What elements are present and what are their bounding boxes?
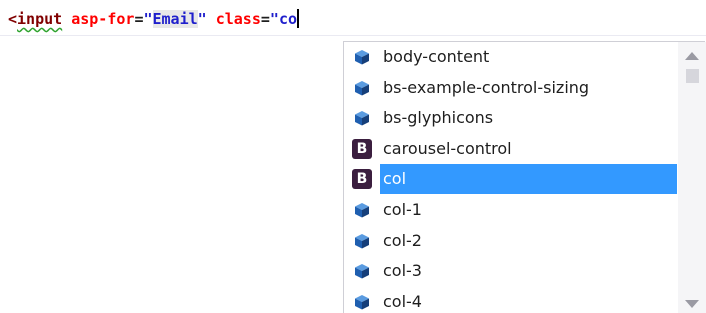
blue-cube-icon [344, 256, 380, 286]
text-caret [297, 9, 299, 28]
completion-item[interactable]: Bcol [344, 164, 677, 195]
tag-open-bracket: < [8, 10, 18, 28]
quote: " [269, 10, 279, 28]
completion-item-label: col-3 [383, 261, 422, 281]
completion-item-label: col-2 [383, 230, 422, 250]
blue-cube-icon [344, 103, 380, 133]
bootstrap-letter: B [352, 138, 372, 159]
scroll-down-arrow-icon[interactable] [685, 300, 699, 308]
completion-item-label: bs-glyphicons [383, 108, 494, 128]
attribute-class: class [215, 10, 261, 28]
attribute-asp-for: asp-for [71, 10, 135, 28]
vertical-scrollbar[interactable] [678, 42, 706, 313]
attribute-value-email: Email [152, 10, 198, 28]
intellisense-completion-list[interactable]: body-content bs-example-control-sizing bs-… [343, 41, 706, 313]
blue-cube-icon [344, 42, 380, 72]
blue-cube-icon [344, 287, 380, 313]
completion-items: body-content bs-example-control-sizing bs-… [344, 42, 677, 313]
cube-shape [355, 264, 369, 279]
blue-cube-icon [344, 73, 380, 103]
completion-item-label: carousel-control [383, 138, 512, 158]
blue-cube-icon [344, 195, 380, 225]
code-editor-line[interactable]: <input asp-for="Email" class="co [0, 0, 706, 36]
completion-item[interactable]: col-2 [344, 226, 677, 256]
cube-shape [355, 50, 369, 65]
code-text[interactable]: <input asp-for="Email" class="co [8, 9, 299, 29]
cube-shape [355, 203, 369, 218]
completion-item[interactable]: bs-example-control-sizing [344, 73, 677, 103]
bootstrap-letter: B [352, 169, 372, 190]
completion-item[interactable]: col-4 [344, 287, 677, 313]
bootstrap-b-icon: B [344, 134, 380, 164]
completion-item-label: col [380, 164, 677, 195]
completion-item[interactable]: col-3 [344, 256, 677, 286]
completion-item-label: bs-example-control-sizing [383, 77, 590, 97]
completion-item-label: col-1 [383, 200, 422, 219]
scroll-thumb[interactable] [686, 69, 699, 83]
scroll-up-arrow-icon[interactable] [685, 52, 699, 60]
equals-sign: = [260, 10, 270, 28]
blue-cube-icon [344, 226, 380, 256]
completion-item-label: col-4 [383, 291, 422, 311]
cube-shape [355, 80, 369, 96]
quote: " [197, 10, 207, 28]
cube-shape [355, 294, 369, 310]
completion-item-label: body-content [383, 47, 490, 66]
cube-shape [355, 111, 369, 126]
completion-item[interactable]: body-content [344, 42, 677, 72]
completion-item[interactable]: bs-glyphicons [344, 103, 677, 133]
quote: " [143, 10, 153, 28]
typed-text: co [278, 10, 297, 28]
tag-name: input [17, 10, 63, 28]
bootstrap-b-icon: B [344, 164, 380, 194]
completion-item[interactable]: col-1 [344, 195, 677, 225]
completion-item[interactable]: Bcarousel-control [344, 134, 677, 164]
cube-shape [355, 233, 369, 249]
